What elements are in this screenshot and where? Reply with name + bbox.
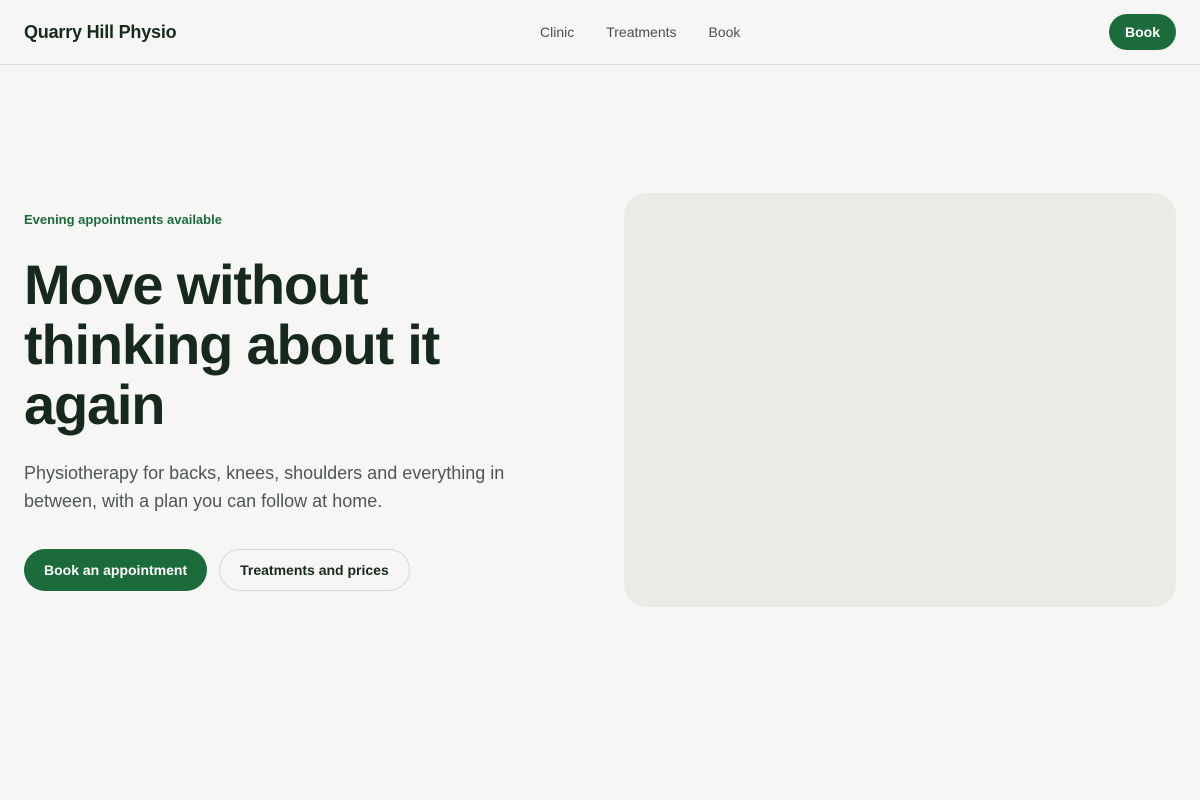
site-header: Quarry Hill Physio Clinic Treatments Boo… (0, 0, 1200, 65)
hero-subtitle: Physiotherapy for backs, knees, shoulder… (24, 463, 505, 511)
hero-title: Move without thinking about it again (24, 253, 440, 436)
treatments-prices-button[interactable]: Treatments and prices (219, 549, 410, 591)
nav-link-book[interactable]: Book (709, 22, 741, 42)
header-book-button[interactable]: Book (1109, 14, 1176, 50)
nav-link-clinic[interactable]: Clinic (540, 22, 574, 42)
hero-actions: Book an appointment Treatments and price… (24, 549, 584, 591)
nav-link-treatments[interactable]: Treatments (606, 22, 676, 42)
main-nav: Clinic Treatments Book (540, 22, 740, 42)
hero-copy: Evening appointments available Move with… (24, 211, 584, 591)
hero-eyebrow: Evening appointments available (24, 212, 222, 227)
brand-logo[interactable]: Quarry Hill Physio (24, 20, 177, 44)
hero-image-placeholder (624, 193, 1176, 607)
book-appointment-button[interactable]: Book an appointment (24, 549, 208, 591)
